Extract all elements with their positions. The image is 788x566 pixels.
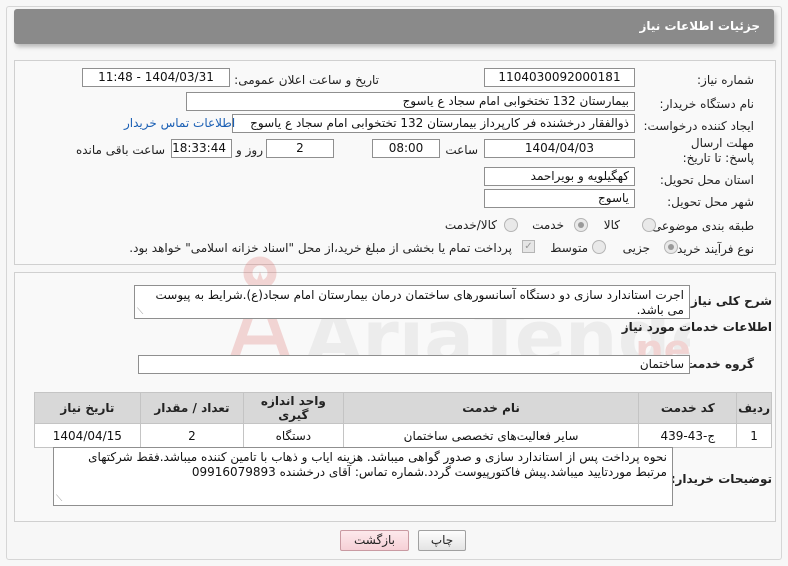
buyer-notes-textarea[interactable]: نحوه پرداخت پس از استاندارد سازی و صدور …	[53, 447, 673, 506]
resize-grip-icon: ⟋	[56, 494, 63, 504]
table-row: 1 ج-43-439 سایر فعالیت‌های تخصصی ساختمان…	[34, 423, 772, 448]
need-number-field: 1104030092000181	[484, 68, 635, 87]
page-title: جزئیات اطلاعات نیاز	[639, 19, 760, 33]
province-label: استان محل تحویل:	[659, 173, 754, 187]
table-header-row: ردیف کد خدمت نام خدمت واحد اندازه گیری ت…	[34, 392, 772, 424]
cell-row-num: 1	[736, 423, 772, 448]
col-header-need-date: تاریخ نیاز	[34, 392, 141, 424]
panel-header: جزئیات اطلاعات نیاز	[14, 9, 774, 44]
process-option-minor: جزیی	[622, 241, 650, 255]
cell-service-name: سایر فعالیت‌های تخصصی ساختمان	[342, 423, 640, 448]
category-radio-goods-service[interactable]	[504, 218, 518, 232]
summary-text: اجرت استاندارد سازی دو دستگاه آسانسورهای…	[155, 288, 685, 317]
category-option-goods-service: کالا/خدمت	[444, 218, 497, 232]
cell-need-date: 1404/04/15	[34, 423, 141, 448]
service-group-label: گروه خدمت:	[680, 357, 754, 371]
service-group-field: ساختمان	[138, 355, 690, 374]
deadline-time-field: 08:00	[372, 139, 440, 158]
days-label: روز و	[236, 143, 263, 157]
buyer-org-field: بیمارستان 132 تختخوابی امام سجاد ع یاسوج	[186, 92, 635, 111]
category-radio-goods[interactable]	[642, 218, 656, 232]
payment-note: پرداخت تمام یا بخشی از مبلغ خرید،از محل …	[129, 241, 512, 255]
buyer-notes-label: توضیحات خریدار:	[670, 472, 772, 486]
deadline-label: مهلت ارسال پاسخ: تا تاریخ:	[682, 136, 754, 165]
process-radio-minor[interactable]	[664, 240, 678, 254]
category-radio-service[interactable]	[574, 218, 588, 232]
buyer-notes-text: نحوه پرداخت پس از استاندارد سازی و صدور …	[88, 450, 667, 479]
city-label: شهر محل تحویل:	[667, 195, 754, 209]
col-header-unit: واحد اندازه گیری	[243, 392, 344, 424]
cell-service-code: ج-43-439	[638, 423, 738, 448]
announce-field: 1404/03/31 - 11:48	[82, 68, 230, 87]
summary-textarea[interactable]: اجرت استاندارد سازی دو دستگاه آسانسورهای…	[134, 285, 690, 319]
category-label: طبقه بندی موضوعی:	[647, 219, 754, 233]
col-header-service-code: کد خدمت	[638, 392, 738, 424]
remaining-time-field: 18:33:44	[171, 139, 232, 158]
treasury-checkbox[interactable]: ✓	[522, 240, 535, 253]
creator-field: ذوالفقار درخشنده فر کارپرداز بیمارستان 1…	[232, 114, 635, 133]
print-button[interactable]: چاپ	[418, 530, 466, 551]
creator-label: ایجاد کننده درخواست:	[643, 119, 754, 133]
remaining-label: ساعت باقی مانده	[75, 143, 165, 157]
resize-grip-icon: ⟋	[137, 307, 144, 317]
services-title: اطلاعات خدمات مورد نیاز	[621, 320, 772, 334]
buyer-contact-link[interactable]: اطلاعات تماس خریدار	[124, 116, 235, 130]
category-option-service: خدمت	[532, 218, 564, 232]
process-label: نوع فرآیند خرید :	[669, 242, 754, 256]
province-field: کهگیلویه و بویراحمد	[484, 167, 635, 186]
cell-unit: دستگاه	[243, 423, 344, 448]
summary-label: شرح کلی نیاز:	[686, 294, 772, 308]
buyer-org-label: نام دستگاه خریدار:	[659, 97, 755, 111]
cell-quantity: 2	[139, 423, 245, 448]
announce-label: تاریخ و ساعت اعلان عمومی:	[234, 73, 379, 87]
col-header-row-num: ردیف	[736, 392, 772, 424]
services-table: ردیف کد خدمت نام خدمت واحد اندازه گیری ت…	[34, 392, 772, 448]
deadline-time-label: ساعت	[445, 143, 478, 157]
days-field: 2	[266, 139, 334, 158]
city-field: یاسوج	[484, 189, 635, 208]
need-info-section	[14, 60, 776, 265]
category-option-goods: کالا	[603, 218, 620, 232]
process-radio-medium[interactable]	[592, 240, 606, 254]
process-option-medium: متوسط	[550, 241, 588, 255]
col-header-quantity: تعداد / مقدار	[139, 392, 245, 424]
need-number-label: شماره نیاز:	[697, 73, 754, 87]
back-button[interactable]: بازگشت	[340, 530, 409, 551]
col-header-service-name: نام خدمت	[342, 392, 640, 424]
deadline-date-field: 1404/04/03	[484, 139, 635, 158]
